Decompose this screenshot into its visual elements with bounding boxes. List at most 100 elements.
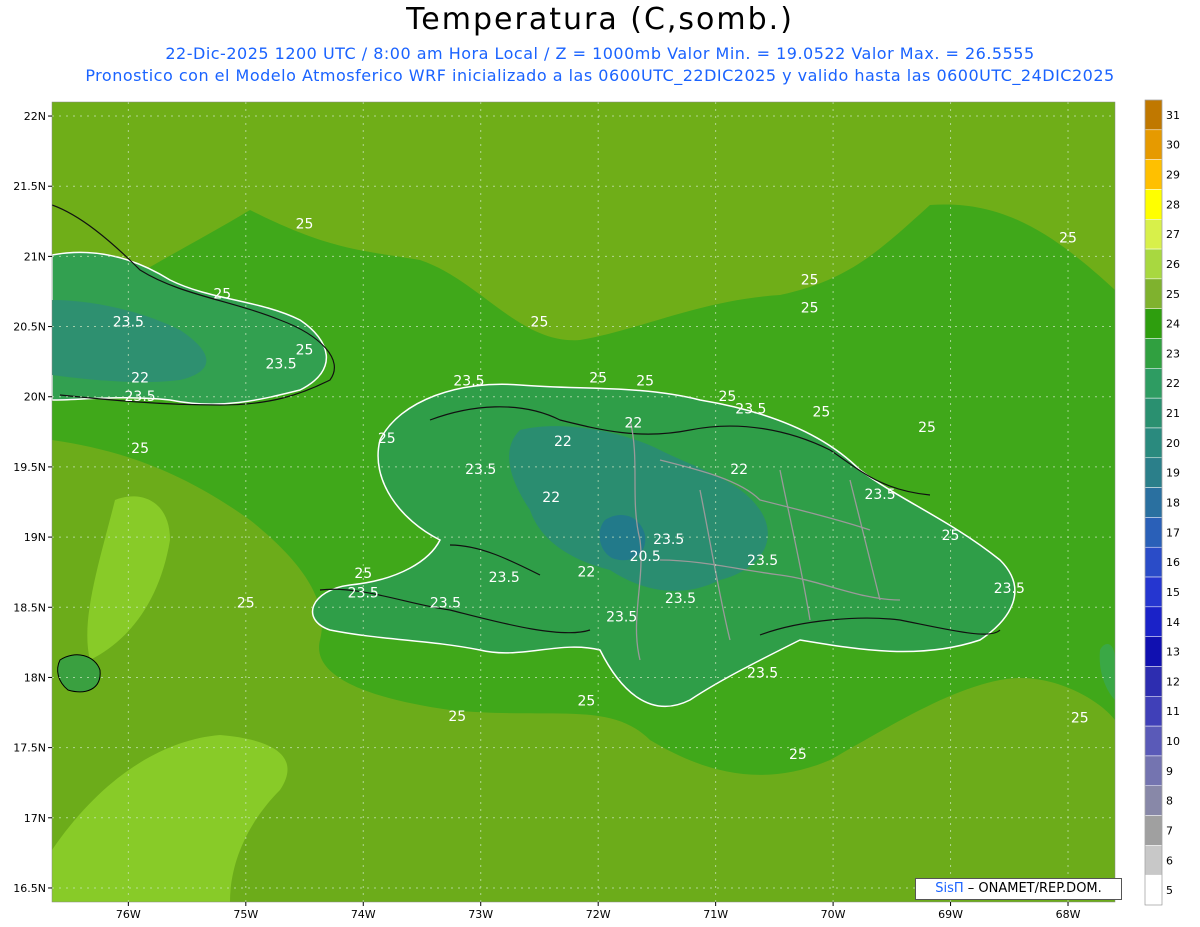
colorbar-swatch	[1144, 785, 1163, 816]
contour-label: 22	[542, 490, 560, 506]
contour-label: 25	[237, 595, 255, 611]
colorbar-label: 26	[1166, 258, 1180, 271]
map-title: Temperatura (C,somb.)	[406, 2, 794, 37]
lat-label: 20N	[24, 391, 46, 404]
colorbar-label: 29	[1166, 169, 1180, 182]
colorbar-swatch	[1144, 815, 1163, 846]
colorbar-label: 7	[1166, 824, 1173, 837]
lat-label: 19N	[24, 531, 46, 544]
colorbar-label: 10	[1166, 735, 1180, 748]
contour-label: 22	[625, 416, 643, 432]
contour-label: 25	[636, 374, 654, 390]
colorbar-label: 8	[1166, 795, 1173, 808]
contour-label: 25	[801, 272, 819, 288]
contour-label: 25	[213, 286, 231, 302]
contour-label: 25	[296, 343, 314, 359]
lat-label: 22N	[24, 110, 46, 123]
colorbar-swatch	[1144, 755, 1163, 786]
lon-label: 74W	[351, 908, 376, 921]
colorbar-swatch	[1144, 457, 1163, 488]
colorbar-label: 14	[1166, 616, 1180, 629]
colorbar-label: 16	[1166, 556, 1180, 569]
credit-org: – ONAMET/REP.DOM.	[963, 881, 1102, 896]
colorbar-swatch	[1144, 517, 1163, 548]
colorbar-swatch	[1144, 546, 1163, 578]
colorbar-swatch	[1144, 874, 1163, 906]
contour-label: 25	[1059, 230, 1077, 246]
colorbar-swatch	[1144, 845, 1163, 876]
colorbar-label: 22	[1166, 377, 1180, 390]
contour-label: 25	[801, 301, 819, 317]
forecast-info: 22-Dic-2025 1200 UTC / 8:00 am Hora Loca…	[165, 44, 1035, 63]
contour-label: 23.5	[653, 532, 684, 548]
lon-label: 69W	[938, 908, 963, 921]
lat-label: 20.5N	[13, 321, 46, 334]
lon-label: 75W	[233, 908, 258, 921]
longitude-axis: 76W 75W 74W 73W 72W 71W 70W 69W 68W	[116, 902, 1081, 921]
colorbar-swatch	[1144, 278, 1163, 309]
contour-label: 25	[531, 315, 549, 331]
colorbar-swatch	[1144, 368, 1163, 399]
contour-label: 25	[378, 431, 396, 447]
lat-label: 17.5N	[13, 742, 46, 755]
colorbar-swatch	[1144, 129, 1163, 160]
contour-label: 25	[589, 371, 607, 387]
contour-label: 23.5	[665, 591, 696, 607]
colorbar-label: 30	[1166, 139, 1180, 152]
colorbar-swatch	[1144, 696, 1163, 727]
contour-label: 20.5	[630, 549, 661, 565]
contour-label: 23.5	[125, 389, 156, 405]
contour-label: 23.5	[113, 315, 144, 331]
lat-label: 16.5N	[13, 882, 46, 895]
lat-label: 18N	[24, 671, 46, 684]
colorbar-swatch	[1144, 576, 1163, 608]
contour-label: 25	[942, 528, 960, 544]
colorbar-label: 5	[1166, 884, 1173, 897]
latitude-axis: 22N 21.5N 21N 20.5N 20N 19.5N 19N 18.5N 18N 17.5N…	[13, 110, 52, 895]
colorbar-label: 23	[1166, 347, 1180, 360]
colorbar-swatch	[1144, 159, 1163, 190]
lon-label: 70W	[821, 908, 846, 921]
credit-sis: SisΠ	[935, 881, 964, 896]
contour-label: 23.5	[994, 581, 1025, 597]
contour-label: 23.5	[606, 609, 637, 625]
contour-label: 22	[554, 434, 572, 450]
contour-label: 23.5	[747, 665, 778, 681]
colorbar-swatch	[1144, 189, 1163, 220]
lon-label: 68W	[1056, 908, 1081, 921]
colorbar-label: 19	[1166, 467, 1180, 480]
jamaica-land	[57, 654, 101, 693]
contour-label: 25	[718, 389, 736, 405]
temperature-map: 252523.52523.52223.5252525252523.5 25 2525…	[13, 99, 1180, 921]
contour-label: 25	[789, 747, 807, 763]
colorbar-label: 12	[1166, 675, 1180, 688]
contour-label: 25	[296, 216, 314, 232]
colorbar-label: 24	[1166, 318, 1180, 331]
lat-label: 19.5N	[13, 461, 46, 474]
colorbar-label: 17	[1166, 526, 1180, 539]
colorbar-label: 18	[1166, 497, 1180, 510]
contour-label: 25	[918, 420, 936, 436]
colorbar-label: 15	[1166, 586, 1180, 599]
colorbar-swatch	[1144, 99, 1163, 131]
colorbar-swatch	[1144, 308, 1163, 339]
contour-label: 23.5	[489, 570, 520, 586]
lon-label: 73W	[468, 908, 493, 921]
lon-label: 71W	[703, 908, 728, 921]
lon-label: 76W	[116, 908, 141, 921]
colorbar-swatch	[1144, 397, 1163, 429]
colorbar-label: 20	[1166, 437, 1180, 450]
colorbar: 31 30 29 28 27 26 25 24 23 22 21 20 19 18 17 16 15 14 13 12…	[1144, 99, 1180, 906]
contour-label: 25	[354, 566, 372, 582]
contour-label: 22	[131, 371, 149, 387]
colorbar-swatch	[1144, 338, 1163, 369]
contour-label: 23.5	[265, 357, 296, 373]
colorbar-label: 13	[1166, 646, 1180, 659]
colorbar-label: 6	[1166, 854, 1173, 867]
colorbar-swatch	[1144, 487, 1163, 518]
colorbar-label: 11	[1166, 705, 1180, 718]
lat-label: 18.5N	[13, 601, 46, 614]
colorbar-swatch	[1144, 666, 1163, 697]
colorbar-label: 21	[1166, 407, 1180, 420]
contour-label: 23.5	[348, 585, 379, 601]
